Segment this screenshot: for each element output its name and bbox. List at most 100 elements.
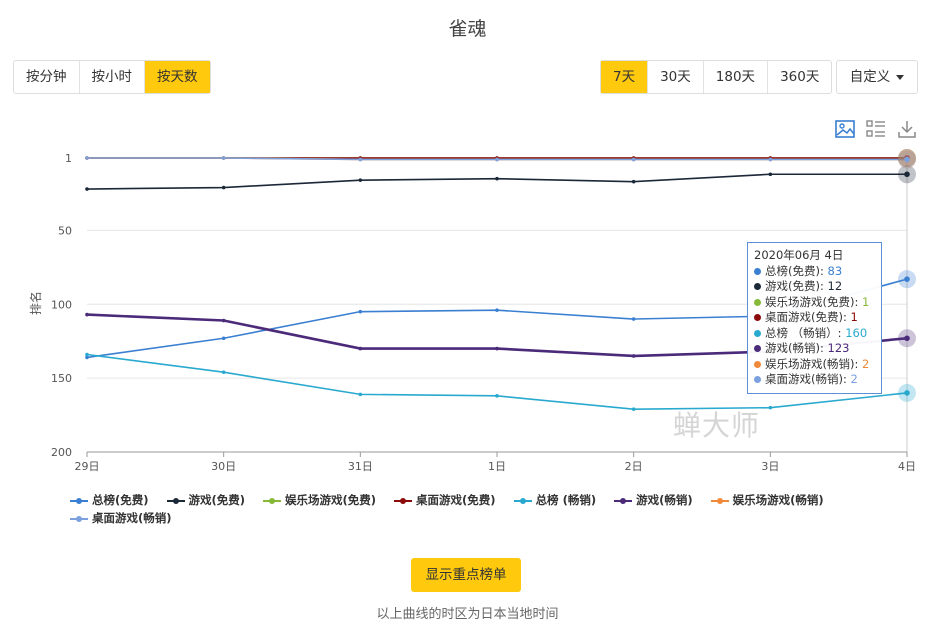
tooltip-label: 娱乐场游戏(畅销): (765, 356, 863, 371)
tooltip-dot (754, 360, 761, 368)
tooltip-label: 桌面游戏(免费): (765, 310, 851, 324)
tooltip-dot (754, 329, 761, 337)
tooltip-date: 2020年06月 4日 (754, 248, 844, 262)
legend-swatch (394, 497, 413, 505)
tooltip-row: 桌面游戏(畅销): 2 (754, 372, 875, 388)
data-point (768, 172, 773, 177)
tooltip-label: 游戏(免费): (765, 279, 828, 293)
legend-label: 桌面游戏(免费) (416, 493, 496, 507)
legend-item[interactable]: 桌面游戏(畅销) (70, 509, 172, 527)
legend-swatch (710, 497, 729, 505)
y-tick-label: 100 (51, 298, 72, 311)
data-point (495, 308, 499, 312)
tooltip-row: 游戏(免费): 12 (754, 279, 875, 295)
data-point (358, 309, 363, 314)
data-point (85, 312, 89, 317)
tooltip-label: 总榜 （畅销）: (765, 325, 846, 340)
data-point (358, 157, 363, 162)
x-tick-label: 4日 (898, 460, 916, 473)
tooltip-value: 123 (827, 341, 850, 355)
tooltip-label: 娱乐场游戏(免费): (765, 294, 863, 309)
data-point (221, 318, 226, 323)
data-point (221, 370, 226, 375)
legend-swatch (166, 497, 185, 505)
tooltip-row: 总榜 （畅销）: 160 (754, 326, 875, 342)
tooltip-dot (754, 345, 761, 352)
rank-line-chart: 15010015020029日 30日 31日 1日 2日 3日 4日排名 (28, 149, 916, 473)
x-tick-label: 31日 (348, 460, 373, 473)
x-tick-label: 2日 (625, 460, 643, 473)
data-point (904, 171, 910, 178)
data-point (85, 187, 89, 191)
data-point (358, 178, 363, 182)
x-tick-label: 1日 (488, 460, 506, 473)
data-point (904, 390, 910, 396)
data-point (631, 157, 636, 162)
legend-item[interactable]: 桌面游戏(免费) (394, 491, 496, 509)
legend-swatch (614, 497, 633, 505)
legend-item[interactable]: 总榜(免费) (70, 491, 149, 509)
tooltip-value: 12 (827, 279, 843, 293)
tooltip-dot (754, 376, 761, 383)
tooltip-label: 总榜(免费): (765, 263, 828, 278)
tooltip-dot (754, 314, 761, 321)
legend-label: 游戏(免费) (188, 493, 246, 507)
legend-item[interactable]: 娱乐场游戏(畅销) (710, 491, 824, 509)
legend-swatch (70, 497, 88, 505)
legend-item[interactable]: 总榜 (畅销) (513, 491, 597, 509)
data-point (631, 407, 636, 411)
data-point (768, 157, 773, 162)
tooltip-row: 娱乐场游戏(免费): 1 (754, 295, 875, 311)
data-point (85, 156, 89, 160)
show-key-rankings-button[interactable]: 显示重点榜单 (411, 558, 521, 592)
legend-label: 娱乐场游戏(畅销) (732, 493, 824, 507)
tooltip-dot (754, 283, 761, 290)
legend-swatch (263, 497, 282, 505)
tooltip-dot (754, 267, 761, 275)
legend-item[interactable]: 游戏(免费) (166, 491, 246, 509)
data-point (904, 335, 910, 342)
x-tick-label: 30日 (211, 460, 236, 473)
data-point (358, 346, 363, 351)
tooltip-row: 游戏(畅销): 123 (754, 341, 875, 357)
tooltip-row: 总榜(免费): 83 (754, 264, 875, 280)
tooltip-row: 娱乐场游戏(畅销): 2 (754, 357, 875, 373)
legend-swatch (70, 515, 88, 523)
chart-legend: 总榜(免费) 游戏(免费) 娱乐场游戏(免费) 桌面游戏(免费) 总榜 (畅销) 游戏(畅… (70, 491, 890, 527)
legend-label: 总榜(免费) (92, 493, 149, 507)
data-point (904, 156, 910, 163)
data-point (768, 405, 773, 410)
tooltip-value: 83 (827, 263, 843, 278)
tooltip-value: 160 (845, 325, 868, 340)
legend-item[interactable]: 游戏(畅销) (614, 491, 693, 509)
data-point (495, 176, 499, 181)
legend-item[interactable]: 娱乐场游戏(免费) (263, 491, 376, 509)
data-point (631, 317, 636, 321)
tooltip-row: 桌面游戏(免费): 1 (754, 310, 875, 326)
legend-label: 总榜 (畅销) (535, 493, 597, 507)
y-tick-label: 150 (51, 372, 72, 385)
data-point (221, 185, 226, 190)
y-tick-label: 50 (58, 224, 72, 237)
data-point (631, 179, 636, 184)
legend-label: 娱乐场游戏(免费) (285, 493, 377, 507)
data-point (221, 156, 226, 160)
tooltip-dot (754, 298, 761, 306)
tooltip-label: 游戏(畅销): (765, 341, 828, 355)
legend-label: 桌面游戏(畅销) (92, 511, 172, 525)
legend-swatch (513, 497, 532, 505)
tooltip-value: 1 (850, 310, 858, 324)
tooltip-value: 2 (850, 372, 858, 386)
data-point (495, 346, 499, 351)
timezone-note: 以上曲线的时区为日本当地时间 (376, 607, 559, 622)
y-tick-label: 200 (51, 446, 72, 459)
data-point (904, 276, 910, 282)
tooltip-value: 2 (862, 356, 870, 371)
data-point (85, 352, 89, 357)
series-1 (85, 172, 907, 191)
y-axis-label: 排名 (28, 291, 43, 315)
data-point (631, 354, 636, 358)
data-point (495, 157, 499, 162)
data-point (495, 394, 499, 398)
x-tick-label: 3日 (761, 460, 779, 473)
